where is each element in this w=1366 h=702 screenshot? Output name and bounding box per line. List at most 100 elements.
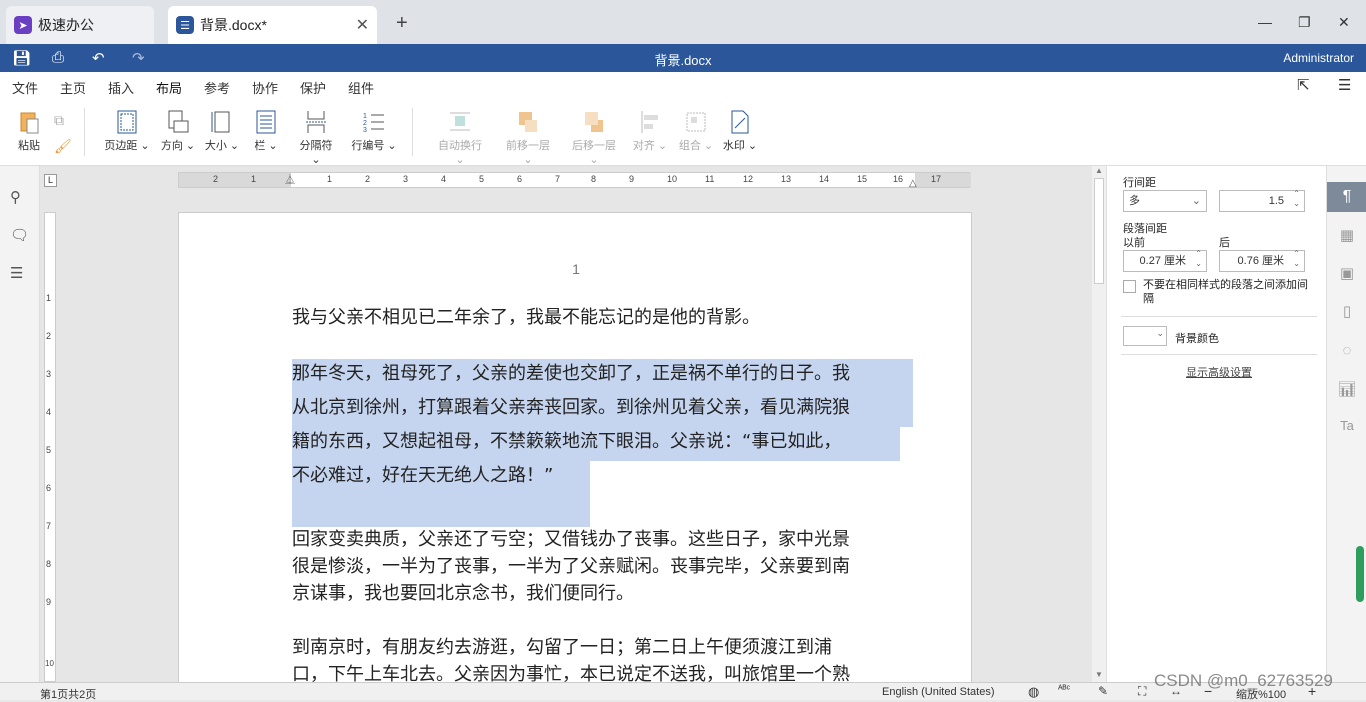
tab-stop-selector[interactable]: L [44,174,57,187]
page-number: 1 [572,261,580,277]
fit-page-icon[interactable]: ⛶ [1138,684,1146,699]
track-changes-icon[interactable]: ✎ [1098,684,1108,698]
toolbar-separator [84,108,85,156]
group-icon [686,112,706,132]
line-spacing-value: 1.5 [1268,195,1284,207]
watermark-button[interactable]: 水印 ⌄ [722,110,758,153]
ruler-tick: 5 [479,174,485,184]
spellcheck-icon[interactable]: ᴬᴮᶜ [1058,684,1070,695]
right-tab-strip: ¶ ▦ ▣ ▯ ◌ 📊︎ Ta [1326,166,1366,682]
no-space-checkbox[interactable] [1123,280,1136,293]
close-window-icon[interactable]: ✕ [1338,14,1350,31]
title-bar: 💾︎ ⎙ ↶ ↷ 背景.docx Administrator [0,44,1366,72]
send-backward-label: 后移一层 [572,140,616,152]
open-location-icon[interactable]: ⇱ [1297,76,1310,94]
no-space-label: 不要在相同样式的段落之间添加间隔 [1143,279,1308,305]
line-spacing-mode-value: 多 [1129,195,1140,207]
align-button[interactable]: 对齐 ⌄ [632,110,668,153]
close-tab-icon[interactable]: ✕ [356,15,369,35]
ruler-tick: 4 [46,407,52,417]
navigation-icon[interactable]: ☰ [10,264,30,284]
watermark-icon [731,110,749,134]
tab-home[interactable]: ➤ 极速办公 [6,6,154,44]
breaks-button[interactable]: 分隔符 ⌄ [294,110,338,166]
after-label: 后 [1219,237,1230,249]
stepper-arrows-icon[interactable]: ⌃ ⌄ [1293,189,1300,209]
paste-button[interactable]: 粘贴 [12,110,46,153]
image-settings-icon[interactable]: ▣ [1337,264,1357,284]
ruler-tick: 12 [743,174,754,184]
table-settings-icon[interactable]: ▦ [1337,226,1357,246]
line-spacing-heading: 行间距 [1123,177,1156,189]
vertical-scrollbar[interactable]: ▲ ▼ [1092,166,1106,682]
paragraph-line: 口，下午上车北去。父亲因为事忙，本已说定不送我，叫旅馆里一个熟 [292,664,850,682]
right-indent-marker[interactable]: △ [909,178,917,189]
columns-button[interactable]: 栏 ⌄ [252,110,280,153]
menu-plugins[interactable]: 组件 [348,78,374,97]
horizontal-ruler[interactable]: 2 1 1 2 3 4 5 6 7 8 9 10 11 12 13 14 15 … [178,171,971,189]
minimize-icon[interactable]: — [1258,14,1272,30]
globe-icon[interactable]: ◍ [1028,684,1039,700]
send-backward-icon [585,112,603,132]
search-icon[interactable]: ⚲ [10,188,30,208]
user-name[interactable]: Administrator [1283,51,1354,65]
orientation-button[interactable]: 方向 ⌄ [160,110,196,153]
text-art-icon[interactable]: Ta [1337,418,1357,438]
group-button[interactable]: 组合 ⌄ [678,110,714,153]
chevron-down-icon: ⌄ [1191,195,1201,207]
bring-forward-button[interactable]: 前移一层 ⌄ [500,110,556,166]
vertical-ruler[interactable]: 1 2 3 4 5 6 7 8 9 10 [44,212,56,682]
copy-icon[interactable]: ⧉ [54,112,64,129]
indent-marker[interactable]: ⏅ [285,171,295,186]
margins-button[interactable]: 页边距 ⌄ [104,110,150,153]
scroll-down-icon[interactable]: ▼ [1095,670,1103,679]
svg-text:2: 2 [363,120,367,127]
rocket-icon: ➤ [14,16,32,34]
comments-icon[interactable]: 🗨︎ [10,226,30,246]
menu-collaboration[interactable]: 协作 [252,78,278,97]
stepper-arrows-icon[interactable]: ⌃ ⌄ [1293,249,1300,269]
bring-forward-icon [519,112,537,132]
shape-settings-icon[interactable]: ◌ [1337,342,1357,362]
tab-document[interactable]: ☰ 背景.docx* ✕ [168,6,377,44]
spacing-after-stepper[interactable]: 0.76 厘米 ⌃ ⌄ [1219,249,1305,272]
document-page[interactable]: 1 我与父亲不相见已二年余了，我最不能忘记的是他的背影。 那年冬天，祖母死了，父… [178,212,972,682]
line-spacing-value-stepper[interactable]: 1.5 ⌃ ⌄ [1219,189,1305,212]
tab-label: 极速办公 [38,17,94,33]
language-selector[interactable]: English (United States) [882,686,995,698]
menu-file[interactable]: 文件 [12,78,38,97]
paragraph-settings-icon[interactable]: ¶ [1327,182,1366,212]
background-color-picker[interactable]: ⌄ [1123,326,1167,346]
line-numbers-button[interactable]: 123 行编号 ⌄ [350,110,398,153]
paragraph-line: 到南京时，有朋友约去游逛，勾留了一日；第二日上午便须渡江到浦 [292,637,832,658]
send-backward-button[interactable]: 后移一层 ⌄ [566,110,622,166]
menu-references[interactable]: 参考 [204,78,230,97]
scroll-up-icon[interactable]: ▲ [1095,166,1103,175]
scrollbar-thumb[interactable] [1094,178,1104,284]
columns-label: 栏 [254,140,266,152]
size-label: 大小 [204,140,227,152]
maximize-icon[interactable]: ❐ [1298,14,1311,31]
stepper-arrows-icon[interactable]: ⌃ ⌄ [1195,249,1202,269]
document-icon: ☰ [176,16,194,34]
advanced-settings-link[interactable]: 显示高级设置 [1107,364,1331,380]
wrap-text-button[interactable]: 自动换行 ⌄ [432,110,488,166]
ruler-tick: 17 [931,174,942,184]
chart-settings-icon[interactable]: 📊︎ [1337,380,1357,400]
menu-layout[interactable]: 布局 [156,78,183,102]
document-title: 背景.docx [654,53,712,68]
wrap-text-label: 自动换行 [438,140,482,152]
new-tab-button[interactable]: + [396,12,408,35]
menu-home[interactable]: 主页 [60,78,86,97]
format-painter-icon[interactable]: 🖌︎ [54,138,72,155]
header-footer-icon[interactable]: ▯ [1337,302,1357,322]
size-button[interactable]: 大小 ⌄ [204,110,240,153]
menu-bar: 文件 主页 插入 布局 参考 协作 保护 组件 ⇱ ☰ [0,72,1366,102]
menu-protect[interactable]: 保护 [300,78,326,97]
line-numbers-label: 行编号 [351,140,385,152]
line-spacing-mode-select[interactable]: 多 ⌄ [1123,190,1207,212]
hamburger-menu-icon[interactable]: ☰ [1338,76,1351,94]
menu-insert[interactable]: 插入 [108,78,134,97]
spacing-before-stepper[interactable]: 0.27 厘米 ⌃ ⌄ [1123,249,1207,272]
ruler-tick: 6 [46,483,52,493]
